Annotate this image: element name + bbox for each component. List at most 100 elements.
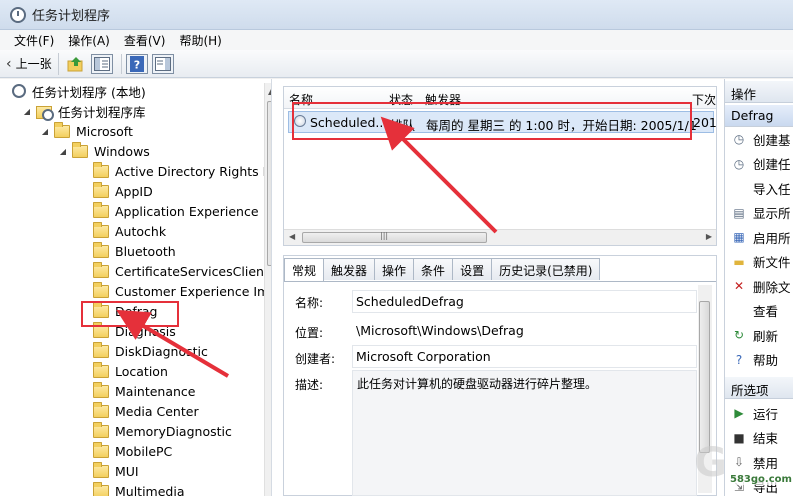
- detail-tabs: 常规 触发器 操作 条件 设置 历史记录(已禁用): [284, 258, 601, 282]
- action-item[interactable]: ↻ 刷新: [725, 325, 778, 345]
- tree-item-label: Multimedia: [115, 483, 185, 496]
- tree-item[interactable]: CertificateServicesClient: [93, 261, 269, 281]
- tree-item-label: Active Directory Rights M: [115, 163, 272, 179]
- scroll-right-icon[interactable]: ▶: [706, 232, 712, 241]
- tree-item[interactable]: DiskDiagnostic: [93, 341, 208, 361]
- action-item[interactable]: ? 帮助: [725, 350, 778, 370]
- scrollbar-thumb[interactable]: [699, 301, 710, 453]
- show-action-pane-button[interactable]: [151, 53, 174, 74]
- menu-file[interactable]: 文件(F): [14, 32, 54, 49]
- tab-general[interactable]: 常规: [284, 258, 325, 282]
- folder-icon: [93, 261, 109, 278]
- name-label: 名称:: [295, 296, 324, 310]
- action-item[interactable]: ◷ 创建基: [725, 129, 791, 149]
- selected-action-item[interactable]: ▶ 运行: [725, 403, 778, 423]
- tab-settings[interactable]: 设置: [452, 258, 493, 280]
- tree-microsoft[interactable]: ◢ Microsoft: [40, 121, 133, 141]
- tree-item[interactable]: Location: [93, 361, 168, 381]
- expanded-arrow-icon[interactable]: ◢: [40, 127, 50, 136]
- tree-item-label: Media Center: [115, 403, 199, 419]
- tree-item[interactable]: Active Directory Rights M: [93, 161, 272, 181]
- folder-icon: [93, 201, 109, 218]
- scroll-left-icon[interactable]: ◀: [289, 232, 295, 241]
- up-folder-button[interactable]: [65, 54, 87, 74]
- folder-icon: [93, 481, 109, 496]
- help-button[interactable]: ?: [125, 53, 148, 74]
- actions-selected-header[interactable]: 所选项: [725, 377, 793, 399]
- tab-actions[interactable]: 操作: [374, 258, 415, 280]
- tab-conditions[interactable]: 条件: [413, 258, 454, 280]
- tree-item[interactable]: Media Center: [93, 401, 199, 421]
- column-next-run[interactable]: 下次: [692, 91, 716, 108]
- tab-history[interactable]: 历史记录(已禁用): [491, 258, 601, 280]
- tree-item-label: DiskDiagnostic: [115, 343, 208, 359]
- tree-root[interactable]: 任务计划程序 (本地): [12, 81, 146, 101]
- folder-icon: [93, 161, 109, 178]
- action-item-label: 导入任: [753, 181, 791, 197]
- tab-triggers[interactable]: 触发器: [323, 258, 376, 280]
- tree-library-label: 任务计划程序库: [58, 104, 146, 120]
- location-label: 位置:: [295, 326, 324, 340]
- tree-item-label: MUI: [115, 463, 139, 479]
- folder-icon: [93, 401, 109, 418]
- action-item[interactable]: 查看: [725, 301, 778, 321]
- scroll-up-icon[interactable]: ▲: [268, 87, 271, 96]
- action-item-label: 刷新: [753, 328, 779, 344]
- main-content: 任务计划程序 (本地) ◢ 任务计划程序库 ◢ Microsoft ◢ Wind…: [0, 79, 793, 496]
- tree-item-label: Autochk: [115, 223, 167, 239]
- action-item[interactable]: 导入任: [725, 178, 791, 198]
- action-item[interactable]: ▤ 显示所: [725, 203, 790, 223]
- description-field[interactable]: 此任务对计算机的硬盘驱动器进行碎片整理。: [352, 370, 697, 496]
- action-item-label: 帮助: [753, 353, 779, 368]
- menu-help[interactable]: 帮助(H): [179, 32, 221, 49]
- action-item[interactable]: ▦ 启用所: [725, 227, 790, 247]
- tree-windows[interactable]: ◢ Windows: [58, 141, 150, 161]
- task-scheduler-icon: [10, 6, 26, 23]
- folder-icon: [93, 441, 109, 458]
- tree-item[interactable]: MUI: [93, 461, 139, 481]
- scrollbar-thumb[interactable]: [267, 101, 271, 266]
- action-item[interactable]: ▬ 新文件: [725, 252, 790, 272]
- help-icon: ?: [129, 55, 144, 72]
- expanded-arrow-icon[interactable]: ◢: [58, 147, 68, 156]
- tree-windows-label: Windows: [94, 143, 150, 159]
- clock-icon: ◷: [733, 156, 745, 171]
- list-icon: ▤: [733, 205, 745, 220]
- menu-action[interactable]: 操作(A): [68, 32, 110, 49]
- tree-item[interactable]: Application Experience: [93, 201, 259, 221]
- author-field[interactable]: Microsoft Corporation: [352, 345, 697, 368]
- actions-header[interactable]: 操作: [725, 81, 793, 103]
- tree-item-label: Customer Experience Im: [115, 283, 270, 299]
- actions-group-defrag[interactable]: Defrag: [725, 105, 793, 127]
- tree-item[interactable]: MobilePC: [93, 441, 172, 461]
- action-item-label: 删除文: [753, 279, 791, 295]
- back-button[interactable]: ‹ 上一张: [6, 52, 59, 75]
- tree-item-label: AppID: [115, 183, 153, 199]
- tree-scrollbar[interactable]: ▲: [264, 83, 271, 496]
- show-hide-tree-button[interactable]: [90, 53, 113, 74]
- menu-view[interactable]: 查看(V): [124, 32, 166, 49]
- tree-item[interactable]: MemoryDiagnostic: [93, 421, 232, 441]
- action-item[interactable]: ✕ 删除文: [725, 276, 791, 296]
- tree-library[interactable]: ◢ 任务计划程序库: [22, 101, 146, 121]
- tree-root-label: 任务计划程序 (本地): [32, 84, 146, 100]
- toolbar-separator: [120, 53, 122, 74]
- name-field[interactable]: ScheduledDefrag: [352, 290, 697, 313]
- action-item-label: 运行: [753, 406, 779, 422]
- tree-item[interactable]: Maintenance: [93, 381, 196, 401]
- tree-item[interactable]: Autochk: [93, 221, 166, 241]
- tree-item[interactable]: AppID: [93, 181, 153, 201]
- action-item[interactable]: ◷ 创建任: [725, 154, 791, 174]
- scrollbar-thumb[interactable]: [302, 232, 487, 243]
- expanded-arrow-icon[interactable]: ◢: [22, 107, 32, 116]
- task-list-hscrollbar[interactable]: ◀ ||| ▶: [284, 229, 716, 245]
- up-folder-icon: [67, 56, 83, 71]
- action-item-label: 创建任: [753, 157, 791, 172]
- new-folder-icon: ▬: [733, 254, 745, 269]
- tree-item[interactable]: Customer Experience Im: [93, 281, 269, 301]
- tree-item[interactable]: Bluetooth: [93, 241, 176, 261]
- tree-item[interactable]: Multimedia: [93, 481, 185, 496]
- clock-icon: ◷: [733, 132, 745, 146]
- folder-icon: [93, 221, 109, 238]
- folder-icon: [93, 281, 109, 298]
